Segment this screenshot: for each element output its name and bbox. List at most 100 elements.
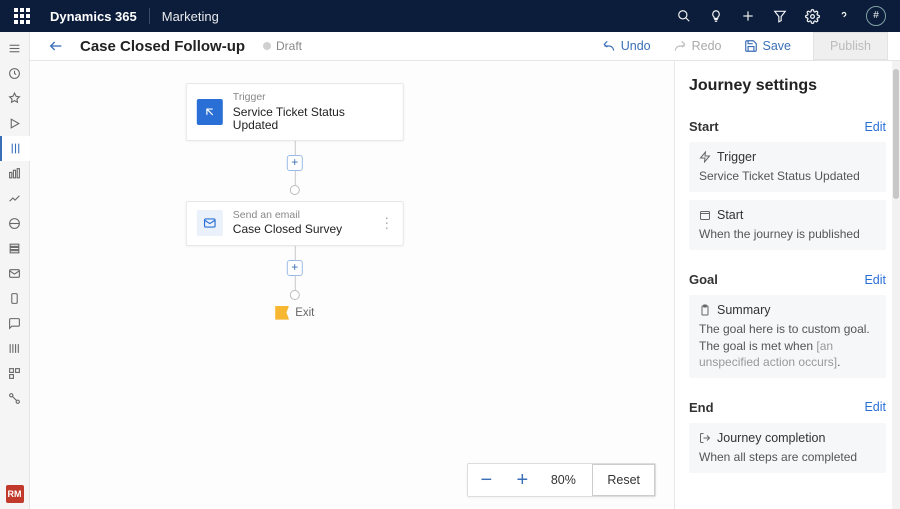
- undo-icon: [602, 39, 616, 53]
- exit-node[interactable]: Exit: [275, 306, 314, 320]
- status-badge: Draft: [263, 39, 302, 53]
- search-button[interactable]: [668, 0, 700, 32]
- save-button[interactable]: Save: [738, 35, 798, 57]
- nav-rail: RM: [0, 32, 30, 509]
- flow: Trigger Service Ticket Status Updated +: [165, 83, 425, 320]
- rail-item-10[interactable]: [0, 261, 30, 286]
- gear-icon: [805, 9, 820, 24]
- exit-icon: [699, 432, 711, 444]
- settings-panel: Journey settings Start Edit Trigger Serv…: [674, 61, 900, 509]
- rail-menu[interactable]: [0, 36, 30, 61]
- insights-button[interactable]: [700, 0, 732, 32]
- undo-button[interactable]: Undo: [596, 35, 657, 57]
- section-goal: Goal Edit Summary The goal here is to cu…: [689, 272, 886, 378]
- rail-profile[interactable]: RM: [6, 485, 24, 503]
- bolt-icon: [699, 151, 711, 163]
- connector: [294, 276, 295, 290]
- rail-item-14[interactable]: [0, 361, 30, 386]
- connector: [294, 141, 295, 155]
- node-label: Service Ticket Status Updated: [233, 106, 393, 132]
- arrow-left-icon: [48, 38, 64, 54]
- redo-icon: [673, 39, 687, 53]
- exit-label: Exit: [295, 307, 314, 319]
- rail-recent[interactable]: [0, 61, 30, 86]
- scrollbar-thumb[interactable]: [893, 69, 899, 199]
- zoom-control: − + 80% Reset: [467, 463, 656, 497]
- add-step-button[interactable]: +: [287, 260, 303, 276]
- node-email[interactable]: Send an email Case Closed Survey ⋮: [186, 201, 404, 246]
- card-journey-completion[interactable]: Journey completion When all steps are co…: [689, 423, 886, 473]
- header-separator: [149, 8, 150, 24]
- rail-play[interactable]: [0, 111, 30, 136]
- card-goal-summary[interactable]: Summary The goal here is to custom goal.…: [689, 295, 886, 378]
- calendar-icon: [699, 209, 711, 221]
- lightbulb-icon: [709, 9, 723, 23]
- redo-button[interactable]: Redo: [667, 35, 728, 57]
- rail-item-9[interactable]: [0, 236, 30, 261]
- global-header: Dynamics 365 Marketing #: [0, 0, 900, 32]
- work-area: Case Closed Follow-up Draft Undo Redo Sa…: [30, 32, 900, 509]
- zoom-out-button[interactable]: −: [468, 469, 504, 492]
- card-title-text: Summary: [717, 303, 770, 317]
- filter-button[interactable]: [764, 0, 796, 32]
- edit-start-link[interactable]: Edit: [864, 120, 886, 134]
- node-caption: Trigger: [233, 92, 393, 103]
- app-launcher[interactable]: [8, 0, 40, 32]
- zoom-reset-button[interactable]: Reset: [592, 464, 655, 496]
- plus-icon: [741, 9, 755, 23]
- save-label: Save: [763, 39, 792, 53]
- card-title-text: Start: [717, 208, 743, 222]
- account-button[interactable]: #: [860, 0, 892, 32]
- help-button[interactable]: [828, 0, 860, 32]
- rail-item-11[interactable]: [0, 286, 30, 311]
- zoom-value: 80%: [540, 473, 586, 487]
- back-button[interactable]: [42, 32, 70, 60]
- undo-label: Undo: [621, 39, 651, 53]
- content: Trigger Service Ticket Status Updated +: [30, 61, 900, 509]
- connector: [294, 246, 295, 260]
- rail-item-13[interactable]: [0, 336, 30, 361]
- card-trigger[interactable]: Trigger Service Ticket Status Updated: [689, 142, 886, 192]
- rail-journeys[interactable]: [0, 136, 30, 161]
- rail-item-12[interactable]: [0, 311, 30, 336]
- card-title-text: Journey completion: [717, 431, 825, 445]
- card-body: The goal here is to custom goal. The goa…: [699, 321, 876, 370]
- profile-badge: RM: [6, 485, 24, 503]
- rail-item-6[interactable]: [0, 161, 30, 186]
- section-label: Goal: [689, 272, 718, 287]
- add-step-button[interactable]: +: [287, 155, 303, 171]
- journey-canvas[interactable]: Trigger Service Ticket Status Updated +: [30, 61, 674, 509]
- edit-end-link[interactable]: Edit: [864, 400, 886, 414]
- redo-label: Redo: [692, 39, 722, 53]
- add-button[interactable]: [732, 0, 764, 32]
- node-trigger[interactable]: Trigger Service Ticket Status Updated: [186, 83, 404, 141]
- question-icon: [837, 9, 851, 23]
- card-body: Service Ticket Status Updated: [699, 168, 876, 184]
- node-label: Case Closed Survey: [233, 223, 342, 236]
- flag-icon: [275, 306, 289, 320]
- card-start[interactable]: Start When the journey is published: [689, 200, 886, 250]
- card-body: When the journey is published: [699, 226, 876, 242]
- status-dot-icon: [263, 42, 271, 50]
- zoom-in-button[interactable]: +: [504, 469, 540, 492]
- edit-goal-link[interactable]: Edit: [864, 273, 886, 287]
- scrollbar[interactable]: [892, 61, 900, 509]
- rail-item-7[interactable]: [0, 186, 30, 211]
- node-more-button[interactable]: ⋮: [380, 215, 395, 232]
- settings-button[interactable]: [796, 0, 828, 32]
- command-bar: Case Closed Follow-up Draft Undo Redo Sa…: [30, 32, 900, 61]
- rail-item-15[interactable]: [0, 386, 30, 411]
- section-label: End: [689, 400, 714, 415]
- panel-heading: Journey settings: [689, 77, 886, 95]
- email-tile-icon: [197, 210, 223, 236]
- area-name[interactable]: Marketing: [162, 9, 219, 24]
- waffle-icon: [14, 8, 30, 24]
- publish-button[interactable]: Publish: [813, 32, 888, 60]
- section-end: End Edit Journey completion When all ste…: [689, 400, 886, 473]
- rail-pinned[interactable]: [0, 86, 30, 111]
- rail-item-8[interactable]: [0, 211, 30, 236]
- trigger-tile-icon: [197, 99, 223, 125]
- flow-endpoint: [290, 185, 300, 195]
- clipboard-icon: [699, 304, 711, 316]
- section-start: Start Edit Trigger Service Ticket Status…: [689, 119, 886, 250]
